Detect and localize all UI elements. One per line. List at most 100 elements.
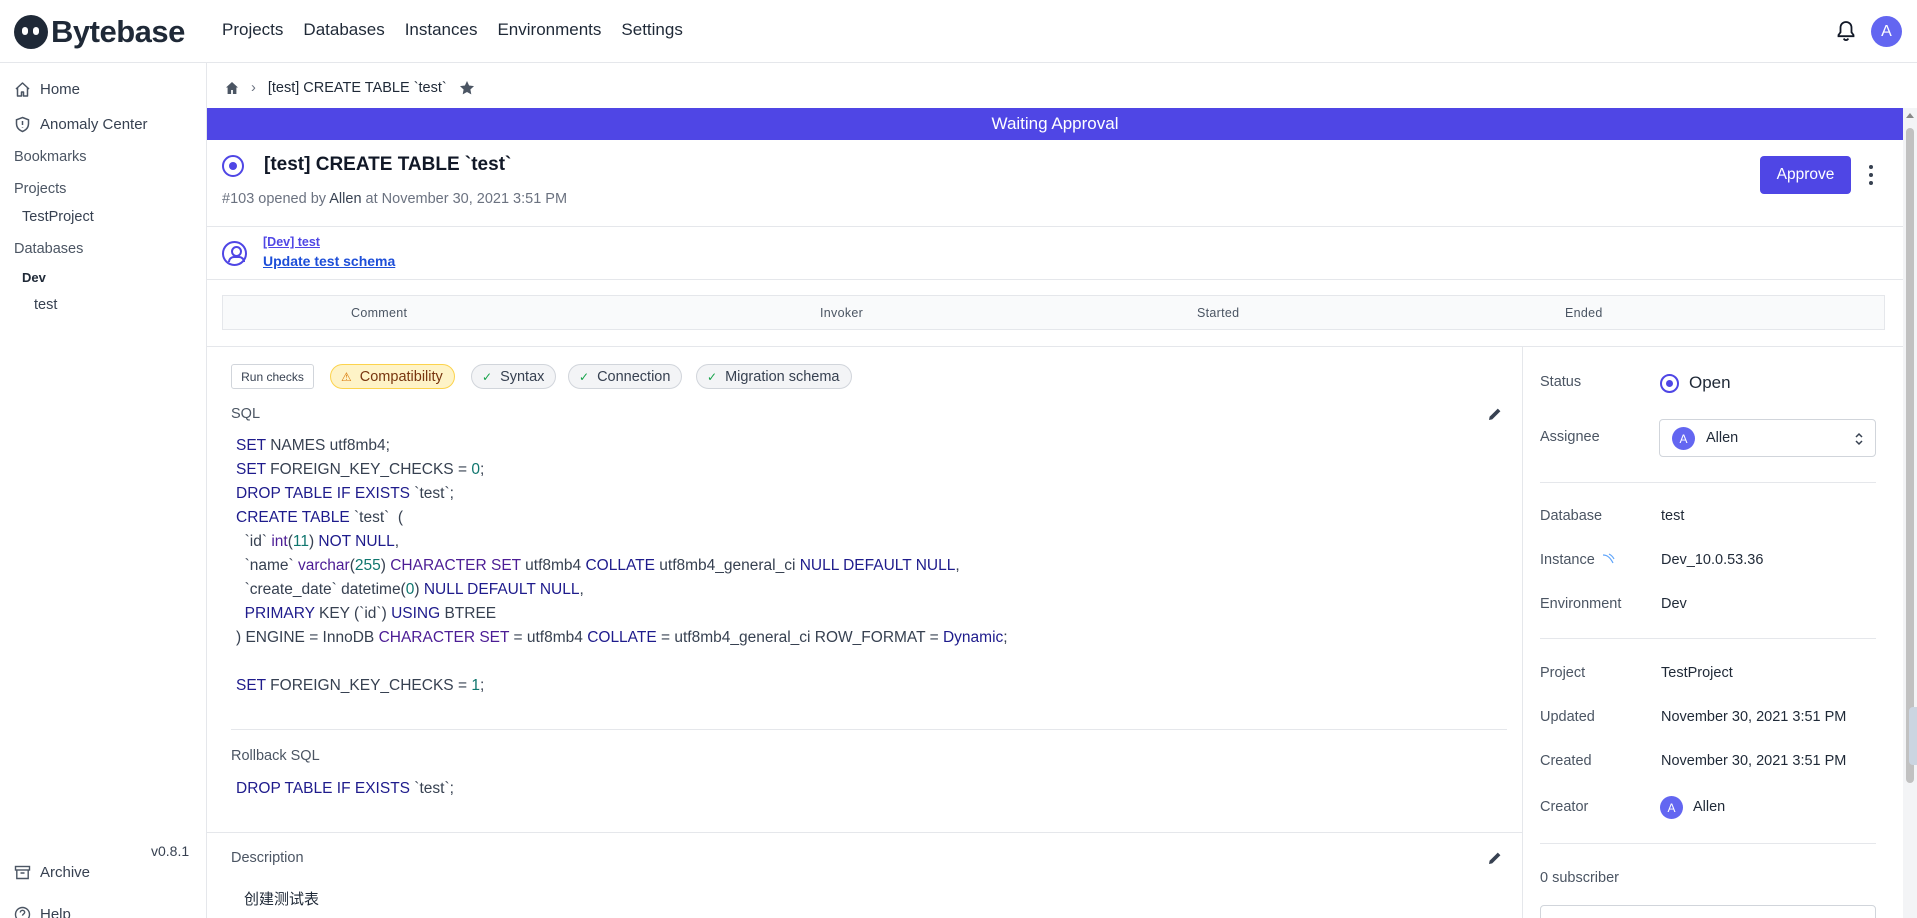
check-syntax[interactable]: ✓ Syntax: [471, 364, 557, 389]
side-tab-handle[interactable]: [1909, 707, 1917, 765]
subscribe-button[interactable]: [1540, 905, 1876, 918]
check-label: Migration schema: [725, 368, 840, 385]
creator-avatar: A: [1660, 796, 1683, 819]
issue-number: #103: [222, 191, 255, 207]
divider: [231, 729, 1507, 730]
sidebar-item-home[interactable]: Home: [14, 81, 80, 98]
sidebar-item-label: Home: [40, 81, 81, 98]
star-icon[interactable]: [459, 80, 475, 96]
issue-meta: #103 opened by Allen at November 30, 202…: [222, 191, 567, 207]
sidebar-db-test[interactable]: test: [34, 297, 57, 313]
sql-editor[interactable]: SET NAMES utf8mb4; SET FOREIGN_KEY_CHECK…: [236, 434, 1008, 698]
nav-projects[interactable]: Projects: [222, 20, 283, 40]
check-icon: ✓: [707, 369, 718, 384]
divider: [1540, 843, 1876, 844]
sidebar-item-anomaly-center[interactable]: Anomaly Center: [14, 116, 148, 133]
updated-label: Updated: [1540, 709, 1595, 725]
project-label: Project: [1540, 665, 1586, 681]
description-label: Description: [231, 850, 304, 866]
panel-divider: [1522, 347, 1523, 918]
nav-environments[interactable]: Environments: [497, 20, 601, 40]
breadcrumb: › [test] CREATE TABLE `test`: [225, 80, 475, 96]
check-compatibility[interactable]: ⚠ Compatibility: [330, 364, 455, 389]
more-options-icon[interactable]: [1866, 162, 1876, 188]
created-value: November 30, 2021 3:51 PM: [1661, 753, 1847, 769]
sidebar-item-testproject[interactable]: TestProject: [22, 209, 94, 225]
nav-databases[interactable]: Databases: [303, 20, 384, 40]
nav-settings[interactable]: Settings: [621, 20, 682, 40]
scrollbar[interactable]: [1903, 108, 1917, 918]
main-nav: Projects Databases Instances Environment…: [222, 20, 703, 40]
rollback-sql-label: Rollback SQL: [231, 748, 320, 764]
help-icon: [14, 906, 31, 918]
check-migration-schema[interactable]: ✓ Migration schema: [696, 364, 852, 389]
column-header-started: Started: [1197, 306, 1240, 320]
divider: [207, 279, 1903, 280]
stage-env-db-link[interactable]: [Dev] test: [263, 235, 320, 249]
database-label: Database: [1540, 508, 1603, 524]
breadcrumb-current: [test] CREATE TABLE `test`: [267, 80, 447, 96]
mysql-icon: [1602, 553, 1615, 564]
assignee-value: Allen: [1706, 430, 1739, 446]
shield-icon: [15, 116, 30, 133]
status-label: Status: [1540, 374, 1582, 390]
issue-created-at: November 30, 2021 3:51 PM: [381, 191, 568, 207]
warning-icon: ⚠: [341, 369, 352, 384]
open-status-icon: [1660, 374, 1679, 393]
edit-description-icon[interactable]: [1487, 850, 1503, 866]
description-text: 创建测试表: [244, 891, 320, 908]
edit-sql-icon[interactable]: [1487, 406, 1503, 422]
assignee-select[interactable]: A Allen: [1659, 419, 1876, 457]
check-label: Syntax: [500, 368, 545, 385]
sidebar: Home Anomaly Center Bookmarks Projects T…: [0, 63, 207, 918]
task-run-table: Comment Invoker Started Ended: [222, 295, 1885, 330]
created-label: Created: [1540, 753, 1592, 769]
sidebar-item-label: Help: [40, 906, 71, 918]
approve-button[interactable]: Approve: [1760, 156, 1851, 194]
bell-icon[interactable]: [1836, 20, 1856, 42]
sidebar-item-archive[interactable]: Archive: [14, 864, 90, 881]
environment-label: Environment: [1540, 596, 1622, 612]
user-avatar[interactable]: A: [1871, 16, 1902, 47]
divider: [207, 346, 1903, 347]
creator-value: Allen: [1693, 799, 1726, 815]
sidebar-databases-heading: Databases: [14, 241, 84, 257]
logo-mark-icon: [14, 15, 48, 49]
rollback-sql-editor[interactable]: DROP TABLE IF EXISTS `test`;: [236, 777, 454, 801]
issue-author[interactable]: Allen: [329, 191, 361, 207]
instance-value[interactable]: Dev_10.0.53.36: [1661, 552, 1763, 568]
logo-text: Bytebase: [51, 14, 185, 49]
sidebar-item-help[interactable]: Help: [14, 906, 71, 918]
bytebase-logo[interactable]: Bytebase: [14, 14, 185, 50]
issue-status-icon: [222, 155, 244, 177]
instance-label-text: Instance: [1540, 552, 1595, 568]
divider: [1540, 638, 1876, 639]
divider: [207, 226, 1903, 227]
project-value[interactable]: TestProject: [1661, 665, 1733, 681]
stage-task-link[interactable]: Update test schema: [263, 253, 395, 269]
app-version: v0.8.1: [151, 843, 190, 859]
check-label: Compatibility: [359, 368, 443, 385]
environment-value[interactable]: Dev: [1661, 596, 1687, 612]
divider: [207, 832, 1522, 833]
run-checks-button[interactable]: Run checks: [231, 364, 314, 389]
chevron-right-icon: ›: [251, 80, 256, 96]
nav-instances[interactable]: Instances: [405, 20, 478, 40]
home-icon: [15, 82, 30, 97]
sidebar-item-label: Anomaly Center: [40, 116, 148, 133]
sidebar-item-label: Archive: [40, 864, 91, 881]
sql-label: SQL: [231, 406, 261, 422]
issue-at-text: at: [365, 191, 378, 207]
status-banner: Waiting Approval: [207, 108, 1903, 140]
scroll-up-icon[interactable]: [1906, 113, 1914, 118]
database-value[interactable]: test: [1661, 508, 1684, 524]
check-connection[interactable]: ✓ Connection: [568, 364, 683, 389]
scrollbar-thumb[interactable]: [1906, 128, 1914, 783]
issue-opened-by-text: opened by: [258, 191, 327, 207]
home-icon[interactable]: [225, 81, 239, 95]
sidebar-env-dev[interactable]: Dev: [22, 270, 46, 285]
subscriber-count: 0 subscriber: [1540, 870, 1619, 886]
check-label: Connection: [597, 368, 671, 385]
sidebar-bookmarks-heading: Bookmarks: [14, 149, 87, 165]
sidebar-projects-heading: Projects: [14, 181, 67, 197]
